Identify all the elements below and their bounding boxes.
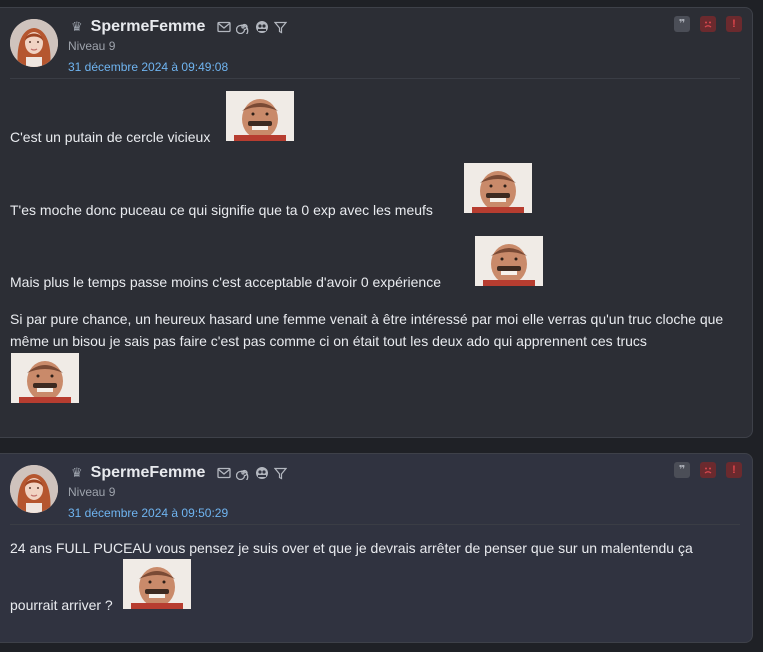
post-line: 24 ans FULL PUCEAU vous pensez je suis o…	[10, 540, 693, 556]
post-line: C'est un putain de cercle vicieux	[10, 129, 211, 145]
post-1: ♛ SpermeFemme Niveau 9 31 décembre 2024 …	[0, 7, 753, 438]
risitas-sticker[interactable]	[464, 163, 532, 213]
risitas-sticker[interactable]	[123, 559, 191, 609]
risitas-sticker[interactable]	[11, 353, 79, 403]
risitas-sticker[interactable]	[226, 91, 294, 141]
post-body: 24 ans FULL PUCEAU vous pensez je suis o…	[10, 454, 738, 642]
post-line: Mais plus le temps passe moins c'est acc…	[10, 274, 442, 290]
post-line: pourrait arriver ?	[10, 597, 113, 613]
post-line: Si par pure chance, un heureux hasard un…	[10, 311, 724, 349]
risitas-sticker[interactable]	[475, 236, 543, 286]
post-body: C'est un putain de cercle vicieux T'es m…	[10, 8, 738, 437]
post-2: ♛ SpermeFemme Niveau 9 31 décembre 2024 …	[0, 453, 753, 643]
post-line: T'es moche donc puceau ce qui signifie q…	[10, 202, 433, 218]
